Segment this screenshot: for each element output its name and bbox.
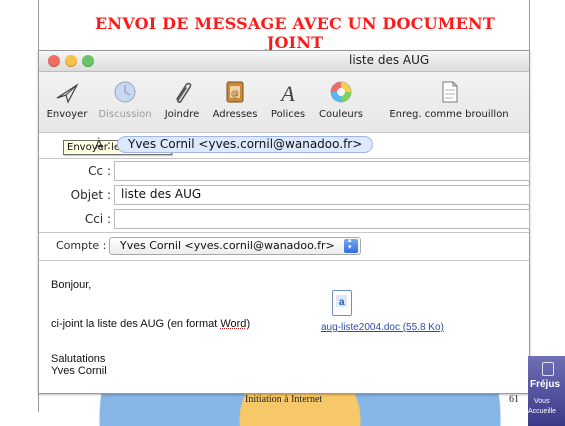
svg-text:@: @ xyxy=(231,89,239,98)
toolbar-send-label: Envoyer xyxy=(46,109,88,120)
close-window-button[interactable] xyxy=(48,55,60,67)
bcc-row: Cci : xyxy=(39,209,530,229)
to-row: À : Yves Cornil <yves.cornil@wanadoo.fr> xyxy=(39,135,529,155)
toolbar-colors-label: Couleurs xyxy=(318,109,364,120)
header-separator xyxy=(39,158,529,159)
discussion-icon xyxy=(114,81,136,103)
message-line-suffix: ) xyxy=(246,318,251,330)
to-label: À : xyxy=(94,138,111,152)
address-book-icon: @ xyxy=(226,81,244,103)
toolbar-send-button[interactable]: Envoyer xyxy=(43,78,91,126)
cc-row: Cc : xyxy=(39,161,530,181)
toolbar-addresses-button[interactable]: @ Adresses xyxy=(207,78,263,126)
toolbar-attach-label: Joindre xyxy=(164,109,200,120)
chevron-updown-icon xyxy=(344,237,358,253)
slide-title: ENVOI DE MESSAGE AVEC UN DOCUMENT JOINT xyxy=(95,14,495,52)
message-line-word: Word xyxy=(220,318,247,330)
message-body[interactable]: Bonjour, ci-joint la liste des AUG (en f… xyxy=(51,269,521,389)
frejus-logo: Fréjus Vous Accueille xyxy=(528,356,565,426)
color-wheel-icon xyxy=(330,81,352,103)
bcc-label: Cci : xyxy=(84,212,111,226)
slide-footer: Initiation à Internet 61 xyxy=(0,394,565,414)
mail-toolbar: Envoyer Discussion Joindre @ Adresses A … xyxy=(39,72,529,155)
subject-value: liste des AUG xyxy=(121,187,202,201)
cc-field[interactable] xyxy=(114,161,530,181)
draft-icon xyxy=(442,81,458,103)
toolbar-fonts-label: Polices xyxy=(270,109,306,120)
account-separator xyxy=(39,260,529,261)
toolbar-save-draft-button[interactable]: Enreg. comme brouillon xyxy=(369,78,529,126)
attachment-filename-link[interactable]: aug-liste2004.doc (55.8 Ko) xyxy=(321,322,444,333)
subject-row: Objet : liste des AUG xyxy=(39,185,530,205)
send-icon xyxy=(56,83,79,104)
logo-text-1: Fréjus xyxy=(530,379,561,390)
window-titlebar: liste des AUG xyxy=(39,51,529,72)
account-select[interactable]: Yves Cornil <yves.cornil@wanadoo.fr> xyxy=(109,237,361,255)
footer-text: Initiation à Internet xyxy=(245,394,323,405)
bcc-field[interactable] xyxy=(114,209,530,229)
message-line-prefix: ci-joint la liste des AUG (en format xyxy=(51,318,221,330)
message-line: ci-joint la liste des AUG (en format Wor… xyxy=(51,318,250,330)
attachment-document-icon[interactable] xyxy=(332,290,352,316)
toolbar-save-draft-label: Enreg. comme brouillon xyxy=(389,109,509,120)
account-row: Compte : Yves Cornil <yves.cornil@wanado… xyxy=(39,236,529,256)
minimize-window-button[interactable] xyxy=(65,55,77,67)
toolbar-discussion-button[interactable]: Discussion xyxy=(97,78,153,126)
toolbar-discussion-label: Discussion xyxy=(98,109,152,120)
fields-separator xyxy=(39,232,529,233)
svg-text:A: A xyxy=(279,81,295,106)
cc-label: Cc : xyxy=(88,164,111,178)
logo-text-2: Vous xyxy=(534,398,550,405)
font-icon: A xyxy=(279,81,295,106)
logo-mark-icon xyxy=(542,362,554,376)
to-recipient-token[interactable]: Yves Cornil <yves.cornil@wanadoo.fr> xyxy=(117,136,374,153)
mail-compose-window: liste des AUG Envoyer Discussion Joindre xyxy=(38,50,530,394)
toolbar-addresses-label: Adresses xyxy=(212,109,258,120)
zoom-window-button[interactable] xyxy=(82,55,94,67)
toolbar-attach-button[interactable]: Joindre xyxy=(157,78,207,126)
message-signature: Yves Cornil xyxy=(51,365,107,377)
paperclip-icon xyxy=(176,82,192,103)
subject-label: Objet : xyxy=(70,188,111,202)
toolbar-colors-button[interactable]: Couleurs xyxy=(313,78,369,126)
window-title: liste des AUG xyxy=(349,53,430,67)
page-number: 61 xyxy=(509,394,519,405)
message-greeting: Bonjour, xyxy=(51,279,92,291)
message-closing: Salutations xyxy=(51,353,106,365)
account-label: Compte : xyxy=(56,239,107,252)
account-select-value: Yves Cornil <yves.cornil@wanadoo.fr> xyxy=(120,239,335,252)
toolbar-fonts-button[interactable]: A Polices xyxy=(265,78,311,126)
logo-text-3: Accueille xyxy=(528,408,557,415)
